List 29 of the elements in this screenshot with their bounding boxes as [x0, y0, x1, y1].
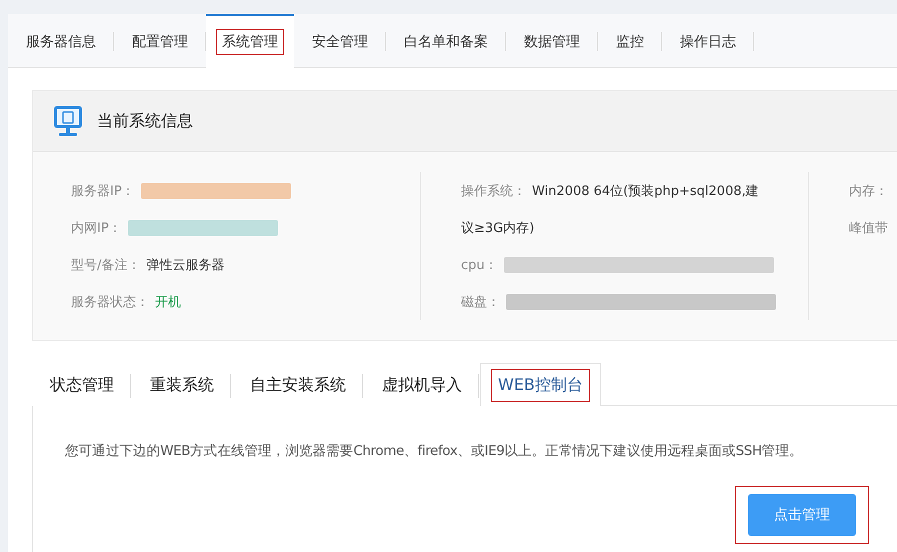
nav-tab[interactable]: 白名单和备案	[398, 28, 494, 54]
field-label: 内网IP：	[71, 220, 122, 236]
nav-tab[interactable]: 数据管理	[518, 28, 586, 54]
field-label: 操作系统：	[461, 182, 526, 200]
sub-tab[interactable]: WEB控制台	[491, 368, 590, 402]
field-label: cpu：	[461, 256, 498, 274]
status-value: 开机	[155, 294, 181, 310]
field-label: 内存：	[849, 182, 888, 200]
sub-tab[interactable]: 状态管理	[43, 368, 121, 402]
field-value: 弹性云服务器	[146, 256, 224, 274]
nav-tab[interactable]: 安全管理	[306, 28, 374, 54]
nav-tab[interactable]: 服务器信息	[20, 28, 102, 54]
field-value: 议≥3G内存)	[461, 220, 534, 236]
field-label: 服务器状态：	[71, 294, 149, 310]
description-text: 您可通过下边的WEB方式在线管理，浏览器需要Chrome、firefox、或IE9以上。正常情况下建议使用远程桌面或SSH管理。	[65, 442, 804, 460]
nav-tab[interactable]: 配置管理	[126, 28, 194, 54]
card-title: 当前系统信息	[97, 110, 193, 132]
nav-tab[interactable]: 监控	[610, 28, 650, 54]
field-label: 服务器IP：	[71, 182, 135, 200]
nav-tab[interactable]: 系统管理	[216, 29, 284, 55]
sub-tab[interactable]: 自主安装系统	[243, 368, 353, 402]
sub-tab[interactable]: 重装系统	[143, 368, 221, 402]
field-label: 型号/备注：	[71, 256, 140, 274]
field-value: Win2008 64位(预装php+sql2008,建	[532, 182, 759, 200]
nav-tab[interactable]: 操作日志	[674, 28, 742, 54]
monitor-icon	[53, 105, 83, 137]
field-label: 峰值带	[849, 220, 888, 236]
field-label: 磁盘：	[461, 294, 500, 310]
sub-tab[interactable]: 虚拟机导入	[375, 368, 469, 402]
